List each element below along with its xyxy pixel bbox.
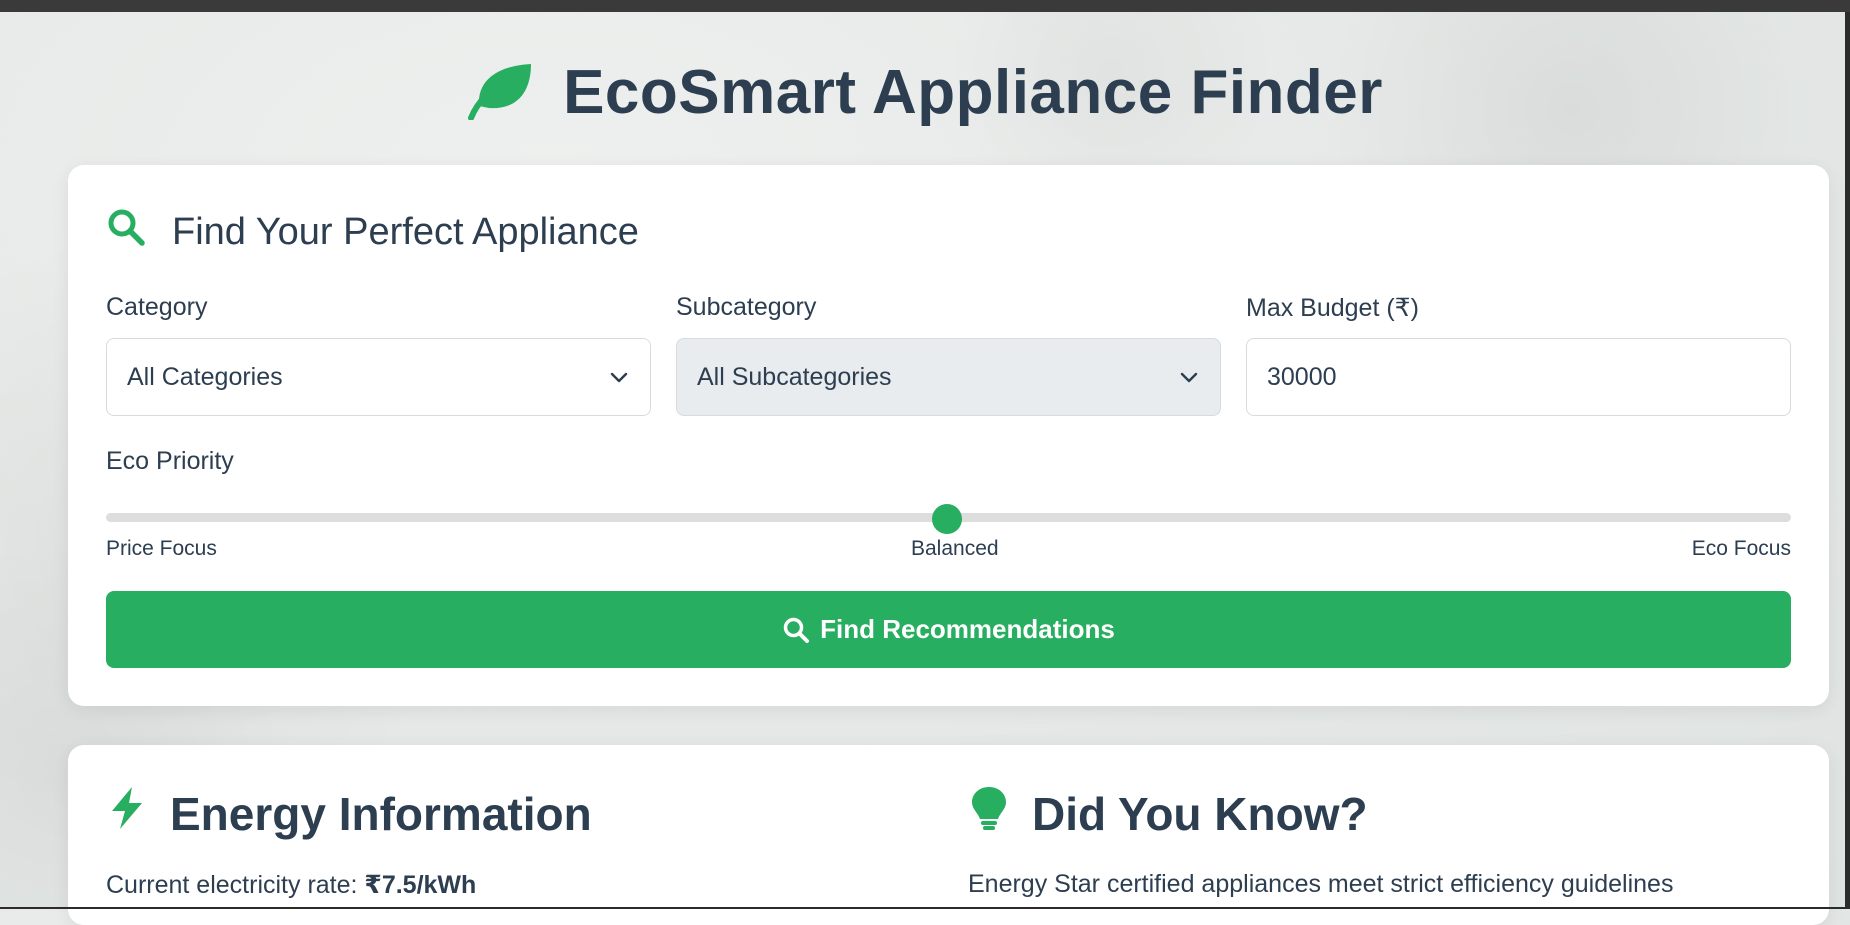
energy-info: Energy Information Current electricity r… (106, 785, 592, 900)
eco-priority-label: Eco Priority (106, 447, 234, 475)
leaf-icon (467, 60, 535, 125)
eco-focus-label: Eco Focus (1691, 537, 1791, 560)
window-top-bar (0, 0, 1850, 12)
budget-input[interactable]: 30000 (1246, 338, 1791, 416)
search-icon (106, 207, 146, 257)
page-title: EcoSmart Appliance Finder (563, 57, 1383, 127)
search-card-heading: Find Your Perfect Appliance (172, 210, 639, 253)
lightbulb-icon (968, 785, 1010, 842)
category-value: All Categories (127, 362, 283, 391)
find-recommendations-button[interactable]: Find Recommendations (106, 591, 1791, 668)
electricity-rate-prefix: Current electricity rate: (106, 871, 365, 899)
chevron-down-icon (610, 372, 628, 383)
category-select[interactable]: All Categories (106, 338, 651, 416)
price-focus-label: Price Focus (106, 537, 217, 560)
did-you-know-heading: Did You Know? (1032, 787, 1368, 840)
info-card: Energy Information Current electricity r… (68, 745, 1829, 925)
bolt-icon (106, 785, 148, 842)
search-card-title: Find Your Perfect Appliance (106, 207, 639, 257)
energy-info-heading: Energy Information (170, 787, 592, 840)
energy-info-title: Energy Information (106, 785, 592, 842)
window-scrollbar[interactable] (1845, 12, 1850, 909)
search-card: Find Your Perfect Appliance Category All… (68, 165, 1829, 706)
electricity-rate-text: Current electricity rate: ₹7.5/kWh (106, 870, 592, 900)
tip-text: Energy Star certified appliances meet st… (968, 870, 1674, 898)
subcategory-select[interactable]: All Subcategories (676, 338, 1221, 416)
subcategory-label: Subcategory (676, 293, 817, 321)
balanced-label: Balanced (911, 537, 999, 560)
did-you-know-title: Did You Know? (968, 785, 1673, 842)
did-you-know: Did You Know? Energy Star certified appl… (968, 785, 1673, 899)
category-label: Category (106, 293, 208, 321)
find-recommendations-label: Find Recommendations (820, 614, 1115, 644)
electricity-rate-value: ₹7.5/kWh (364, 871, 477, 899)
chevron-down-icon (1180, 372, 1198, 383)
budget-label: Max Budget (₹) (1246, 294, 1419, 322)
budget-value: 30000 (1267, 362, 1337, 391)
eco-priority-slider-thumb[interactable] (932, 504, 962, 534)
app-header: EcoSmart Appliance Finder (0, 52, 1850, 132)
subcategory-value: All Subcategories (697, 362, 892, 391)
search-icon (783, 617, 810, 643)
